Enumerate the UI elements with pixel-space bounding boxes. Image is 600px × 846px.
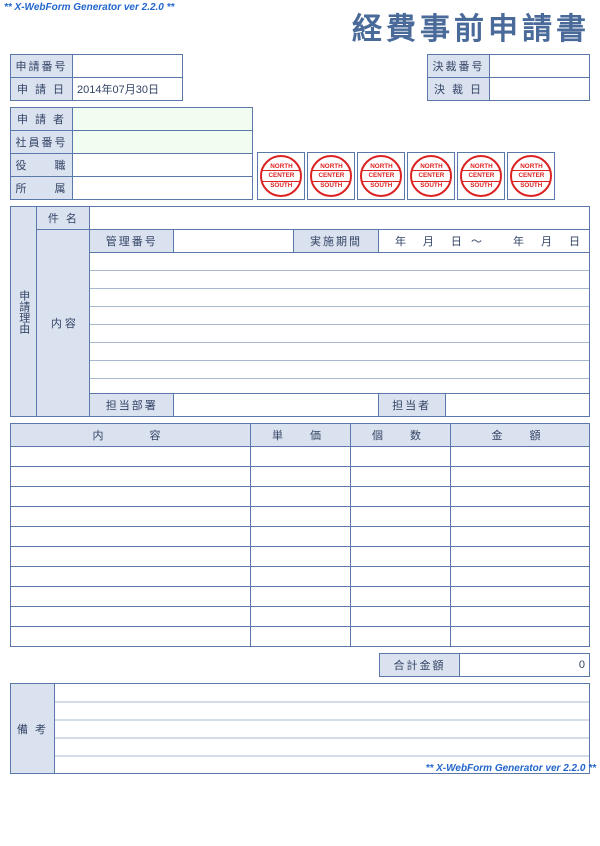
item-unit[interactable] — [251, 487, 351, 507]
col-amount: 金 額 — [451, 424, 590, 447]
item-unit[interactable] — [251, 507, 351, 527]
period-value[interactable]: 年 月 日 ～ 年 月 日 — [378, 230, 589, 253]
seal-icon: NORTHCENTERSOUTH — [310, 155, 352, 197]
item-unit[interactable] — [251, 587, 351, 607]
applicant-name-label: 申 請 者 — [11, 108, 73, 131]
resp-dept-value[interactable] — [174, 394, 378, 417]
col-qty: 個 数 — [351, 424, 451, 447]
stamp-box: NORTHCENTERSOUTH — [407, 152, 455, 200]
item-desc[interactable] — [11, 627, 251, 647]
item-amount[interactable] — [451, 527, 590, 547]
subject-value[interactable] — [90, 207, 590, 230]
item-desc[interactable] — [11, 527, 251, 547]
item-unit[interactable] — [251, 627, 351, 647]
seal-icon: NORTHCENTERSOUTH — [260, 155, 302, 197]
stamp-box: NORTHCENTERSOUTH — [357, 152, 405, 200]
watermark-top: ** X-WebForm Generator ver 2.2.0 ** — [4, 2, 174, 13]
dept-label: 所 属 — [11, 177, 73, 200]
remarks-label: 備 考 — [11, 684, 55, 774]
emp-no-label: 社員番号 — [11, 131, 73, 154]
total-value: 0 — [460, 654, 590, 677]
stamp-box: NORTHCENTERSOUTH — [457, 152, 505, 200]
item-qty[interactable] — [351, 507, 451, 527]
item-amount[interactable] — [451, 627, 590, 647]
item-unit[interactable] — [251, 567, 351, 587]
item-qty[interactable] — [351, 607, 451, 627]
reason-table: 申請理由 件 名 内 容 管理番号 実施期間 年 月 日 ～ 年 月 日 担当部… — [10, 206, 590, 417]
seal-icon: NORTHCENTERSOUTH — [410, 155, 452, 197]
mgmt-no-label: 管理番号 — [90, 230, 174, 253]
item-amount[interactable] — [451, 507, 590, 527]
total-label: 合計金額 — [380, 654, 460, 677]
seal-icon: NORTHCENTERSOUTH — [460, 155, 502, 197]
seal-icon: NORTHCENTERSOUTH — [510, 155, 552, 197]
item-amount[interactable] — [451, 587, 590, 607]
item-unit[interactable] — [251, 607, 351, 627]
item-qty[interactable] — [351, 587, 451, 607]
content-body[interactable] — [90, 253, 590, 394]
item-desc[interactable] — [11, 587, 251, 607]
content-label: 内 容 — [37, 230, 90, 417]
item-amount[interactable] — [451, 607, 590, 627]
applicant-name-value[interactable] — [73, 108, 253, 131]
col-desc: 内 容 — [11, 424, 251, 447]
item-amount[interactable] — [451, 487, 590, 507]
col-unit: 単 価 — [251, 424, 351, 447]
watermark-bottom: ** X-WebForm Generator ver 2.2.0 ** — [426, 763, 596, 774]
item-qty[interactable] — [351, 567, 451, 587]
item-desc[interactable] — [11, 487, 251, 507]
item-qty[interactable] — [351, 547, 451, 567]
emp-no-value[interactable] — [73, 131, 253, 154]
item-qty[interactable] — [351, 487, 451, 507]
job-title-label: 役 職 — [11, 154, 73, 177]
subject-label: 件 名 — [37, 207, 90, 230]
item-qty[interactable] — [351, 447, 451, 467]
item-desc[interactable] — [11, 547, 251, 567]
approval-info-table: 決裁番号 決 裁 日 — [427, 54, 590, 101]
reason-side-label: 申請理由 — [11, 207, 37, 417]
item-amount[interactable] — [451, 447, 590, 467]
app-no-label: 申請番号 — [11, 55, 73, 78]
stamp-box: NORTHCENTERSOUTH — [507, 152, 555, 200]
item-unit[interactable] — [251, 527, 351, 547]
mgmt-no-value[interactable] — [174, 230, 294, 253]
approval-date-label: 決 裁 日 — [428, 78, 490, 101]
application-info-table: 申請番号 申 請 日 2014年07月30日 — [10, 54, 183, 101]
items-table: 内 容 単 価 個 数 金 額 — [10, 423, 590, 647]
resp-person-value[interactable] — [445, 394, 589, 417]
resp-dept-label: 担当部署 — [90, 394, 174, 417]
total-table: 合計金額 0 — [379, 653, 590, 677]
item-qty[interactable] — [351, 467, 451, 487]
item-unit[interactable] — [251, 447, 351, 467]
approval-date-value[interactable] — [490, 78, 590, 101]
app-date-label: 申 請 日 — [11, 78, 73, 101]
item-qty[interactable] — [351, 627, 451, 647]
app-no-value[interactable] — [73, 55, 183, 78]
stamp-row: NORTHCENTERSOUTHNORTHCENTERSOUTHNORTHCEN… — [257, 152, 555, 200]
resp-person-label: 担当者 — [378, 394, 445, 417]
item-desc[interactable] — [11, 567, 251, 587]
item-desc[interactable] — [11, 467, 251, 487]
stamp-box: NORTHCENTERSOUTH — [257, 152, 305, 200]
item-desc[interactable] — [11, 607, 251, 627]
item-unit[interactable] — [251, 547, 351, 567]
job-title-value[interactable] — [73, 154, 253, 177]
applicant-table: 申 請 者 社員番号 役 職 所 属 — [10, 107, 253, 200]
stamp-box: NORTHCENTERSOUTH — [307, 152, 355, 200]
period-label: 実施期間 — [294, 230, 378, 253]
remarks-table: 備 考 — [10, 683, 590, 774]
item-unit[interactable] — [251, 467, 351, 487]
seal-icon: NORTHCENTERSOUTH — [360, 155, 402, 197]
item-amount[interactable] — [451, 467, 590, 487]
app-date-value[interactable]: 2014年07月30日 — [73, 78, 183, 101]
item-desc[interactable] — [11, 447, 251, 467]
item-desc[interactable] — [11, 507, 251, 527]
item-qty[interactable] — [351, 527, 451, 547]
approval-no-label: 決裁番号 — [428, 55, 490, 78]
dept-value[interactable] — [73, 177, 253, 200]
item-amount[interactable] — [451, 567, 590, 587]
approval-no-value[interactable] — [490, 55, 590, 78]
item-amount[interactable] — [451, 547, 590, 567]
remarks-body[interactable] — [55, 684, 590, 774]
